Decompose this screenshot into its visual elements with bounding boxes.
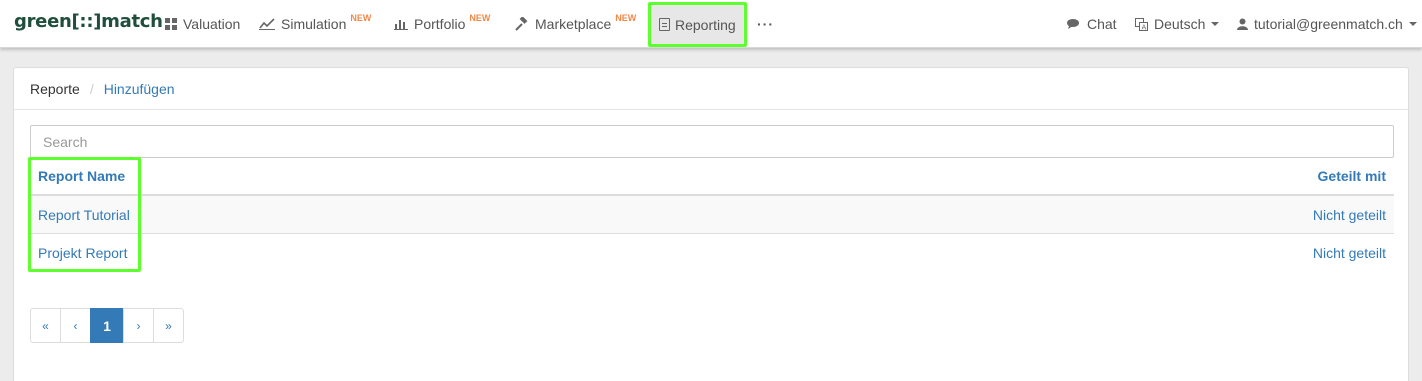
- nav-valuation-label: Valuation: [183, 16, 241, 32]
- nav-simulation-label: Simulation: [281, 16, 347, 32]
- reports-table: Report Name Geteilt mit Report Tutorial …: [30, 158, 1394, 272]
- column-header-report-name[interactable]: Report Name: [38, 168, 125, 184]
- nav-reporting[interactable]: Reporting: [648, 2, 747, 47]
- user-icon: [1237, 18, 1248, 30]
- svg-text:A: A: [1142, 23, 1147, 31]
- report-name-link[interactable]: Projekt Report: [38, 245, 127, 261]
- pagination-last-button[interactable]: »: [153, 308, 184, 343]
- breadcrumb: Reporte / Hinzufügen: [14, 68, 1408, 110]
- pagination-next-button[interactable]: ›: [123, 308, 154, 343]
- shared-status-link[interactable]: Nicht geteilt: [1313, 245, 1386, 261]
- chart-line-icon: [259, 18, 275, 30]
- chevron-down-icon: [1211, 22, 1220, 26]
- translate-icon: A: [1135, 17, 1148, 31]
- nav-marketplace-label: Marketplace: [535, 16, 612, 32]
- new-badge: NEW: [350, 13, 372, 23]
- new-badge: NEW: [469, 13, 491, 23]
- new-badge: NEW: [615, 13, 637, 23]
- breadcrumb-current: Reporte: [30, 80, 80, 97]
- nav-portfolio[interactable]: Portfolio NEW: [394, 0, 490, 48]
- column-header-shared-with[interactable]: Geteilt mit: [1318, 168, 1386, 184]
- pagination-page-1[interactable]: 1: [90, 308, 124, 343]
- document-icon: [659, 18, 670, 31]
- table-header-row: Report Name Geteilt mit: [30, 158, 1394, 196]
- shared-status-link[interactable]: Nicht geteilt: [1313, 207, 1386, 223]
- language-dropdown[interactable]: A Deutsch: [1135, 0, 1220, 48]
- more-menu-button[interactable]: ···: [757, 0, 774, 48]
- user-dropdown[interactable]: tutorial@greenmatch.ch: [1237, 0, 1417, 48]
- chat-icon: [1067, 19, 1079, 29]
- table-row[interactable]: Report Tutorial Nicht geteilt: [30, 196, 1394, 234]
- gavel-icon: [515, 17, 528, 31]
- breadcrumb-separator: /: [89, 80, 94, 97]
- bar-chart-icon: [394, 20, 408, 30]
- chat-button[interactable]: Chat: [1067, 0, 1117, 48]
- nav-reporting-label: Reporting: [675, 16, 736, 33]
- nav-valuation[interactable]: Valuation: [165, 0, 240, 48]
- top-navbar: green[::]match Valuation Simulation NEW …: [0, 0, 1422, 48]
- breadcrumb-add-link[interactable]: Hinzufügen: [104, 81, 175, 97]
- pagination-prev-button[interactable]: ‹: [60, 308, 91, 343]
- language-label: Deutsch: [1154, 16, 1206, 32]
- pagination-first-button[interactable]: «: [30, 308, 61, 343]
- grid-icon: [165, 18, 177, 30]
- search-input[interactable]: [30, 125, 1394, 158]
- reports-panel: Reporte / Hinzufügen Report Name Geteilt…: [13, 67, 1409, 381]
- chat-label: Chat: [1087, 16, 1117, 32]
- greenmatch-logo[interactable]: green[::]match: [14, 11, 163, 32]
- pagination: « ‹ 1 › »: [30, 308, 184, 343]
- table-row[interactable]: Projekt Report Nicht geteilt: [30, 234, 1394, 272]
- report-name-link[interactable]: Report Tutorial: [38, 207, 130, 223]
- nav-marketplace[interactable]: Marketplace NEW: [515, 0, 636, 48]
- user-email: tutorial@greenmatch.ch: [1254, 16, 1403, 32]
- nav-simulation[interactable]: Simulation NEW: [259, 0, 371, 48]
- nav-portfolio-label: Portfolio: [414, 16, 466, 32]
- chevron-down-icon: [1408, 22, 1417, 26]
